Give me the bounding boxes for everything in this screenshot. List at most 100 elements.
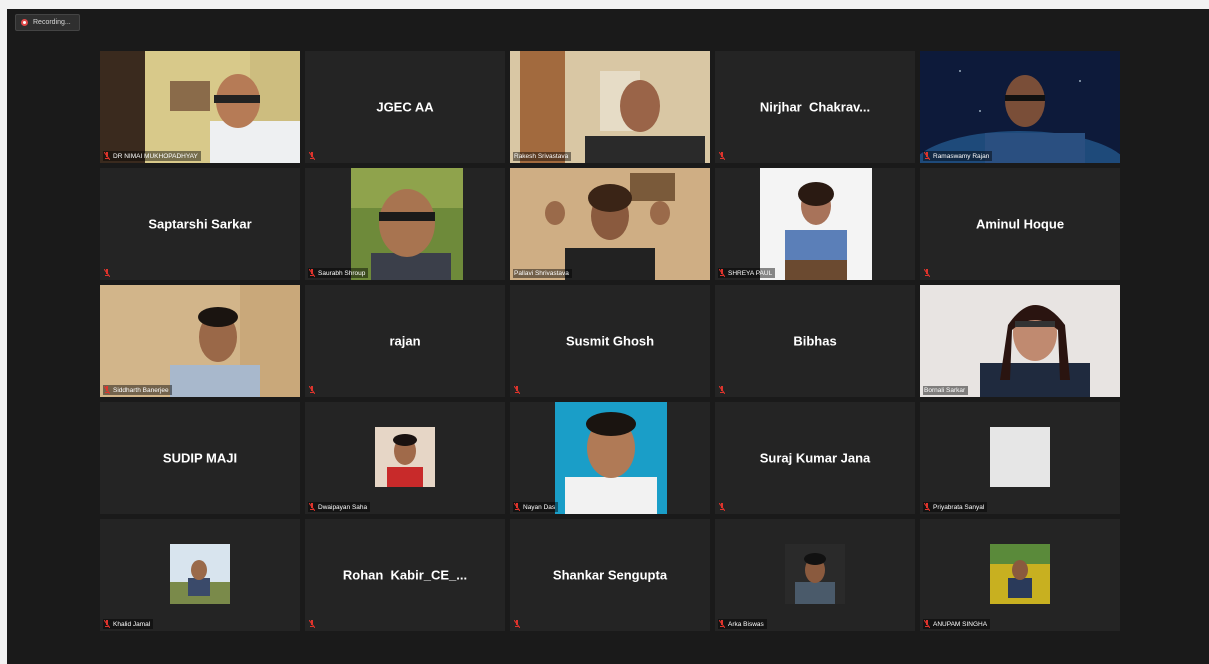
participant-name: Priyabrata Sanyal bbox=[933, 503, 985, 511]
participant-video bbox=[510, 168, 710, 280]
mic-muted-icon bbox=[924, 269, 930, 277]
participant-tile[interactable]: rajan bbox=[305, 285, 505, 397]
mic-muted-icon bbox=[719, 269, 725, 277]
participant-tile[interactable]: SUDIP MAJI bbox=[100, 402, 300, 514]
participant-label: Khalid Jamal bbox=[103, 619, 154, 629]
participant-tile[interactable]: Saurabh Shroup bbox=[305, 168, 505, 280]
participant-photo bbox=[555, 402, 667, 514]
mic-muted-icon bbox=[309, 152, 315, 160]
mic-muted-icon bbox=[924, 152, 930, 160]
participant-display-name: rajan bbox=[389, 333, 421, 349]
participant-label: Rakesh Srivastava bbox=[513, 152, 572, 161]
participant-label: Saurabh Shroup bbox=[308, 268, 369, 278]
participant-name: Pallavi Shrivastava bbox=[514, 270, 569, 277]
mic-muted-icon bbox=[514, 620, 520, 628]
participant-name: Nayan Das bbox=[523, 503, 556, 511]
participant-tile[interactable]: Rakesh Srivastava bbox=[510, 51, 710, 163]
participant-tile[interactable]: Shankar Sengupta bbox=[510, 519, 710, 631]
participant-label: ANUPAM SINGHA bbox=[923, 619, 991, 629]
participant-tile[interactable]: Arka Biswas bbox=[715, 519, 915, 631]
participant-name: Bornali Sarkar bbox=[924, 387, 966, 394]
participant-name: Dwaipayan Saha bbox=[318, 503, 368, 511]
participant-tile[interactable]: Nirjhar Chakrav... bbox=[715, 51, 915, 163]
gallery-grid: DR NIMAI MUKHOPADHYAY JGEC AA Rakesh Sri… bbox=[100, 51, 1120, 631]
participant-tile[interactable]: ANUPAM SINGHA bbox=[920, 519, 1120, 631]
participant-name: Rakesh Srivastava bbox=[514, 153, 569, 160]
participant-label: Nayan Das bbox=[513, 502, 559, 512]
mic-muted-icon bbox=[104, 152, 110, 160]
participant-video bbox=[510, 51, 710, 163]
participant-label: SHREYA PAUL bbox=[718, 268, 776, 278]
participant-tile[interactable]: Dwaipayan Saha bbox=[305, 402, 505, 514]
participant-photo bbox=[170, 544, 230, 604]
meeting-window: Recording... DR NIMAI MUKHOPADHYAY JGEC … bbox=[7, 9, 1209, 664]
participant-tile[interactable]: Susmit Ghosh bbox=[510, 285, 710, 397]
participant-name: Arka Biswas bbox=[728, 620, 764, 628]
mic-muted-icon bbox=[514, 386, 520, 394]
participant-label: Arka Biswas bbox=[718, 619, 767, 629]
participant-name: Ramaswamy Rajan bbox=[933, 152, 990, 160]
participant-label: Dwaipayan Saha bbox=[308, 502, 371, 512]
mic-muted-icon bbox=[719, 386, 725, 394]
participant-tile[interactable]: Nayan Das bbox=[510, 402, 710, 514]
participant-name: DR NIMAI MUKHOPADHYAY bbox=[113, 152, 198, 160]
participant-name: Khalid Jamal bbox=[113, 620, 151, 628]
mic-muted-icon bbox=[924, 503, 930, 511]
participant-display-name: Rohan Kabir_CE_... bbox=[342, 567, 468, 583]
participant-label bbox=[513, 619, 523, 629]
participant-display-name: Bibhas bbox=[793, 333, 837, 349]
participant-tile[interactable]: JGEC AA bbox=[305, 51, 505, 163]
participant-photo bbox=[785, 544, 845, 604]
participant-video bbox=[100, 285, 300, 397]
participant-label bbox=[718, 151, 728, 161]
participant-tile[interactable]: Aminul Hoque bbox=[920, 168, 1120, 280]
participant-tile[interactable]: Bornali Sarkar bbox=[920, 285, 1120, 397]
mic-muted-icon bbox=[719, 152, 725, 160]
participant-tile[interactable]: Siddharth Banerjee bbox=[100, 285, 300, 397]
participant-tile[interactable]: DR NIMAI MUKHOPADHYAY bbox=[100, 51, 300, 163]
participant-display-name: JGEC AA bbox=[376, 99, 434, 115]
participant-video bbox=[920, 285, 1120, 397]
participant-display-name: Suraj Kumar Jana bbox=[759, 450, 871, 466]
mic-muted-icon bbox=[924, 620, 930, 628]
recording-indicator[interactable]: Recording... bbox=[15, 14, 80, 31]
participant-name: Saurabh Shroup bbox=[318, 269, 366, 277]
participant-tile[interactable]: Suraj Kumar Jana bbox=[715, 402, 915, 514]
participant-video bbox=[920, 51, 1120, 163]
participant-name: ANUPAM SINGHA bbox=[933, 620, 988, 628]
participant-photo bbox=[351, 168, 463, 280]
mic-muted-icon bbox=[514, 503, 520, 511]
participant-label bbox=[718, 385, 728, 395]
participant-video bbox=[100, 51, 300, 163]
participant-tile[interactable]: Bibhas bbox=[715, 285, 915, 397]
mic-muted-icon bbox=[309, 503, 315, 511]
participant-display-name: Shankar Sengupta bbox=[552, 567, 668, 583]
mic-muted-icon bbox=[719, 620, 725, 628]
mic-muted-icon bbox=[104, 386, 110, 394]
participant-label: Siddharth Banerjee bbox=[103, 385, 172, 395]
participant-tile[interactable]: SHREYA PAUL bbox=[715, 168, 915, 280]
recording-label: Recording... bbox=[33, 19, 71, 26]
participant-label bbox=[103, 268, 113, 278]
participant-tile[interactable]: Saptarshi Sarkar bbox=[100, 168, 300, 280]
participant-label bbox=[308, 385, 318, 395]
participant-photo bbox=[375, 427, 435, 487]
participant-label: DR NIMAI MUKHOPADHYAY bbox=[103, 151, 201, 161]
participant-label bbox=[308, 151, 318, 161]
mic-muted-icon bbox=[104, 269, 110, 277]
participant-display-name: SUDIP MAJI bbox=[162, 450, 238, 466]
participant-tile[interactable]: Rohan Kabir_CE_... bbox=[305, 519, 505, 631]
participant-tile-active-speaker[interactable]: Pallavi Shrivastava bbox=[510, 168, 710, 280]
participant-photo bbox=[760, 168, 872, 280]
participant-tile[interactable]: Khalid Jamal bbox=[100, 519, 300, 631]
mic-muted-icon bbox=[719, 503, 725, 511]
participant-label: Ramaswamy Rajan bbox=[923, 151, 993, 161]
participant-tile[interactable]: Priyabrata Sanyal bbox=[920, 402, 1120, 514]
participant-tile[interactable]: Ramaswamy Rajan bbox=[920, 51, 1120, 163]
participant-display-name: Nirjhar Chakrav... bbox=[759, 99, 871, 115]
participant-label: Priyabrata Sanyal bbox=[923, 502, 988, 512]
participant-name: Siddharth Banerjee bbox=[113, 386, 169, 394]
participant-label bbox=[513, 385, 523, 395]
mic-muted-icon bbox=[309, 269, 315, 277]
participant-label: Bornali Sarkar bbox=[923, 386, 969, 395]
